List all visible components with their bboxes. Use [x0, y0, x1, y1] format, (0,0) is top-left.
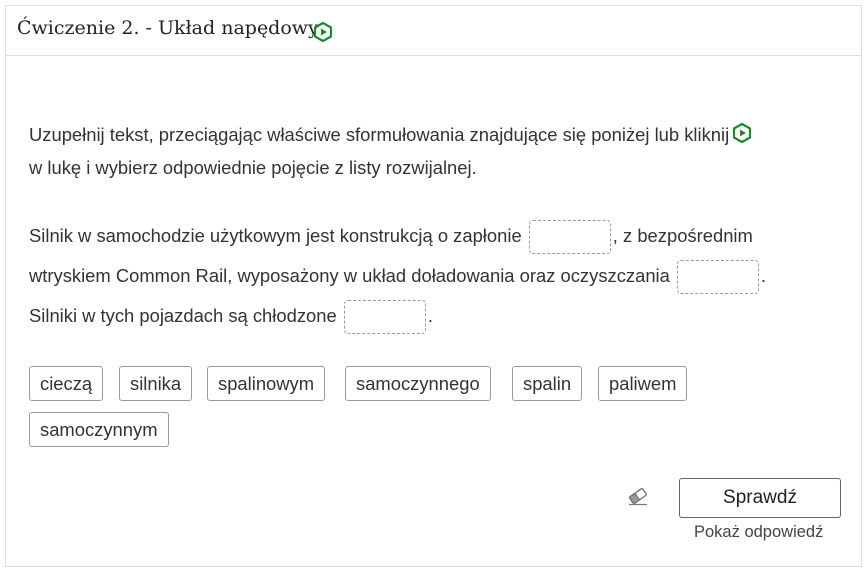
paragraph-text: , z bezpośrednim: [612, 225, 753, 246]
paragraph-text: wtryskiem Common Rail, wyposażony w ukła…: [29, 265, 670, 286]
option-chip[interactable]: cieczą: [29, 366, 104, 401]
instruction-line2: w lukę i wybierz odpowiednie pojęcie z l…: [29, 157, 477, 178]
instruction-line1: Uzupełnij tekst, przeciągając właściwe s…: [29, 124, 730, 145]
paragraph-text: .: [761, 265, 767, 286]
paragraph-text: Silnik w samochodzie użytkowym jest kons…: [29, 225, 522, 246]
answer-gap-1[interactable]: [528, 220, 611, 255]
option-chip[interactable]: samoczynnego: [345, 366, 491, 401]
answer-gap-3[interactable]: [343, 300, 426, 335]
exercise-card: Ćwiczenie 2. - Układ napędowy Uzupełnij …: [5, 5, 862, 567]
show-answer-link[interactable]: Pokaż odpowiedź: [694, 523, 823, 542]
hexagon-play-icon: [731, 122, 753, 153]
eraser-icon[interactable]: [626, 486, 650, 506]
option-chip[interactable]: silnika: [119, 366, 193, 401]
option-chip[interactable]: spalin: [512, 366, 583, 401]
option-chip[interactable]: paliwem: [598, 366, 688, 401]
exercise-header: Ćwiczenie 2. - Układ napędowy: [6, 6, 861, 56]
check-button[interactable]: Sprawdź: [679, 478, 841, 518]
exercise-title: Ćwiczenie 2. - Układ napędowy: [17, 17, 319, 39]
hexagon-play-icon: [312, 21, 334, 43]
option-chip[interactable]: spalinowym: [207, 366, 326, 401]
option-chip[interactable]: samoczynnym: [29, 412, 169, 447]
paragraph-text: .: [427, 305, 433, 326]
instruction-text: Uzupełnij tekst, przeciągając właściwe s…: [29, 120, 839, 183]
paragraph-text: Silniki w tych pojazdach są chłodzone: [29, 305, 337, 326]
answer-gap-2[interactable]: [677, 260, 759, 295]
fill-in-paragraph: Silnik w samochodzie użytkowym jest kons…: [29, 216, 839, 336]
